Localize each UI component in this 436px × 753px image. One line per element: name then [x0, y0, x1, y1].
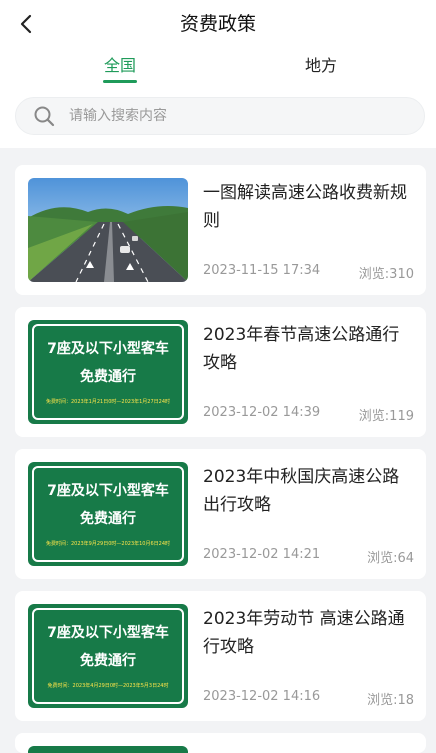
search-input[interactable]	[67, 107, 391, 125]
article-title: 2023年劳动节 高速公路通行攻略	[203, 609, 405, 657]
tab-national[interactable]: 全国	[60, 48, 180, 90]
article-title: 2023年春节高速公路通行攻略	[203, 325, 400, 373]
article-card-partial[interactable]	[15, 733, 426, 753]
article-thumbnail-sign: 7座及以下小型客车 免费通行 免费时间：2023年1月21日0时—2023年1月…	[28, 320, 188, 424]
page-title: 资费政策	[179, 13, 256, 35]
article-card[interactable]: 7座及以下小型客车 免费通行 免费时间：2023年1月21日0时—2023年1月…	[15, 307, 426, 437]
article-views: 浏览:64	[367, 551, 414, 566]
article-views: 浏览:310	[358, 267, 414, 282]
region-tabs: 全国 地方	[0, 48, 436, 90]
sign-text: 免费时间：2023年1月21日0时—2023年1月27日24时	[45, 399, 171, 405]
article-date: 2023-12-02 14:21	[203, 547, 321, 562]
article-date: 2023-12-02 14:16	[203, 689, 321, 704]
green-sign-image: 7座及以下小型客车 免费通行 免费时间：2023年9月29日0时—2023年10…	[28, 462, 188, 566]
tab-local[interactable]: 地方	[261, 48, 381, 90]
search-box[interactable]	[15, 97, 425, 135]
sign-text: 免费通行	[80, 653, 136, 669]
article-views: 浏览:18	[367, 693, 414, 708]
article-thumbnail-sign	[28, 746, 188, 753]
sign-text: 免费时间：2023年9月29日0时—2023年10月6日24时	[45, 541, 171, 547]
green-sign-image: 7座及以下小型客车 免费通行 免费时间：2023年1月21日0时—2023年1月…	[28, 320, 188, 424]
active-tab-indicator	[103, 80, 137, 83]
search-bar	[0, 90, 436, 148]
article-card[interactable]: 7座及以下小型客车 免费通行 免费时间：2023年9月29日0时—2023年10…	[15, 449, 426, 579]
green-sign-image: 7座及以下小型客车 免费通行 免费时间：2023年4月29日0时—2023年5月…	[28, 604, 188, 708]
highway-photo	[28, 178, 188, 282]
sign-text: 7座及以下小型客车	[47, 341, 169, 357]
sign-text: 免费通行	[80, 511, 136, 527]
sign-text: 7座及以下小型客车	[47, 625, 169, 641]
article-date: 2023-11-15 17:34	[203, 263, 321, 278]
sign-text: 7座及以下小型客车	[47, 483, 169, 499]
article-views: 浏览:119	[358, 409, 414, 424]
sign-text: 免费时间：2023年4月29日0时—2023年5月3日24时	[47, 683, 169, 689]
article-title: 一图解读高速公路收费新规则	[203, 183, 407, 231]
article-thumbnail-sign: 7座及以下小型客车 免费通行 免费时间：2023年9月29日0时—2023年10…	[28, 462, 188, 566]
top-bar: 资费政策	[0, 0, 436, 48]
article-thumbnail-sign: 7座及以下小型客车 免费通行 免费时间：2023年4月29日0时—2023年5月…	[28, 604, 188, 708]
article-date: 2023-12-02 14:39	[203, 405, 321, 420]
sign-text: 免费通行	[80, 369, 136, 385]
article-card[interactable]: 7座及以下小型客车 免费通行 免费时间：2023年4月29日0时—2023年5月…	[15, 591, 426, 721]
article-thumbnail-highway	[28, 178, 188, 282]
article-title: 2023年中秋国庆高速公路出行攻略	[203, 467, 400, 515]
search-icon	[34, 106, 55, 127]
article-card[interactable]: 一图解读高速公路收费新规则 2023-11-15 17:34 浏览:310	[15, 165, 426, 295]
